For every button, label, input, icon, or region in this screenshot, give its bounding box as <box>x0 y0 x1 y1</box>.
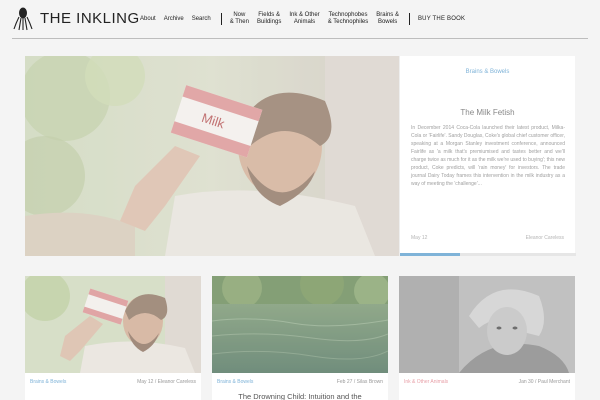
card-date-author: Feb 27 / Silas Brown <box>337 379 383 385</box>
card-meta: Brains & Bowels Feb 27 / Silas Brown <box>217 379 383 387</box>
nav-label: Ink & Other <box>289 12 320 18</box>
featured-image[interactable]: Milk <box>25 56 399 256</box>
man-drinking-milk-photo: Milk <box>25 56 399 256</box>
nav-label: & Technophiles <box>327 19 369 25</box>
nav-archive[interactable]: Archive <box>164 16 184 23</box>
nav-technophobes[interactable]: Technophobes & Technophiles <box>328 12 369 26</box>
card-date: Jan 30 <box>518 379 534 385</box>
card-author[interactable]: Eleanor Careless <box>158 379 196 385</box>
card-meta: Ink & Other Animals Jan 30 / Paul Mercha… <box>404 379 570 387</box>
nav-label: Fields & <box>258 12 280 18</box>
featured-category[interactable]: Brains & Bowels <box>400 69 575 75</box>
featured-summary: Brains & Bowels The Milk Fetish In Decem… <box>399 56 576 256</box>
card-category[interactable]: Brains & Bowels <box>30 379 66 385</box>
header-divider <box>12 38 588 39</box>
card-date: May 12 <box>137 379 154 385</box>
card-category[interactable]: Brains & Bowels <box>217 379 253 385</box>
buy-book-link[interactable]: BUY THE BOOK <box>418 16 465 22</box>
card-image[interactable] <box>399 276 575 373</box>
card-author[interactable]: Paul Merchant <box>538 379 570 385</box>
nav-label: Brains & <box>376 12 399 18</box>
article-card[interactable]: Ink & Other Animals Jan 30 / Paul Mercha… <box>399 276 575 400</box>
card-title[interactable]: The Drowning Child: Intuition and the <box>212 392 388 400</box>
nav-search[interactable]: Search <box>192 16 211 23</box>
site-title[interactable]: THE INKLING <box>40 10 140 27</box>
featured-author[interactable]: Eleanor Careless <box>526 235 564 241</box>
featured-date: May 12 <box>411 235 428 241</box>
nav-brains-bowels[interactable]: Brains & Bowels <box>376 12 399 26</box>
featured-excerpt: In December 2014 Coca-Cola launched thei… <box>411 125 565 187</box>
river-water-photo <box>212 276 388 373</box>
card-date-author: Jan 30 / Paul Merchant <box>519 379 570 385</box>
site-header: THE INKLING About Archive Search Now & T… <box>0 0 600 38</box>
featured-title[interactable]: The Milk Fetish <box>400 108 575 117</box>
nav-label: & Then <box>229 19 249 25</box>
nav-label: Now <box>233 12 246 18</box>
card-image[interactable] <box>212 276 388 373</box>
squid-icon[interactable] <box>12 7 34 31</box>
card-date: Feb 27 <box>336 379 353 385</box>
card-image[interactable] <box>25 276 201 373</box>
nav-divider <box>408 13 410 25</box>
nav-now-then[interactable]: Now & Then <box>230 12 249 26</box>
card-meta: Brains & Bowels May 12 / Eleanor Careles… <box>30 379 196 387</box>
article-card[interactable]: Brains & Bowels May 12 / Eleanor Careles… <box>25 276 201 400</box>
slider-progress-fill <box>400 253 460 256</box>
nav-label: Buildings <box>256 19 282 25</box>
featured-article[interactable]: Milk Brains & Bowels The Milk Fetish In … <box>25 56 576 256</box>
nav-divider <box>220 13 222 25</box>
nav-label: Bowels <box>377 19 398 25</box>
nav-about[interactable]: About <box>140 16 156 23</box>
nav-ink-animals[interactable]: Ink & Other Animals <box>289 12 319 26</box>
nav-fields-buildings[interactable]: Fields & Buildings <box>257 12 281 26</box>
card-date-author: May 12 / Eleanor Careless <box>137 379 196 385</box>
card-category[interactable]: Ink & Other Animals <box>404 379 448 385</box>
child-headscarf-bw-photo <box>399 276 575 373</box>
card-author[interactable]: Silas Brown <box>357 379 383 385</box>
article-card[interactable]: Brains & Bowels Feb 27 / Silas Brown The… <box>212 276 388 400</box>
main-nav: About Archive Search Now & Then Fields &… <box>140 0 465 38</box>
man-drinking-milk-photo <box>25 276 201 373</box>
slider-progress <box>400 253 576 256</box>
nav-label: Animals <box>293 19 316 25</box>
nav-label: Technophobes <box>328 12 368 18</box>
